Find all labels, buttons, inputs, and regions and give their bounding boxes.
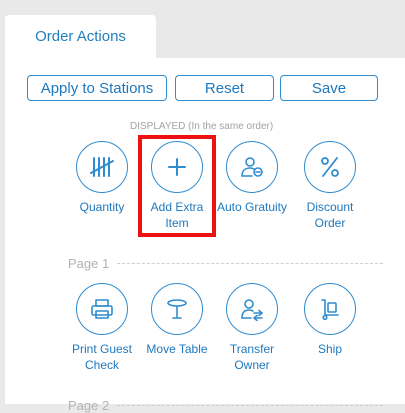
apply-to-stations-label: Apply to Stations bbox=[40, 79, 154, 97]
move-table-action-button[interactable] bbox=[151, 283, 203, 335]
page-2-divider: Page 2 bbox=[68, 397, 383, 413]
print-guest-check-label-line2: Check bbox=[84, 358, 119, 372]
quantity-action-button[interactable] bbox=[76, 141, 128, 193]
apply-to-stations-button[interactable]: Apply to Stations bbox=[27, 75, 167, 101]
save-button[interactable]: Save bbox=[280, 75, 378, 101]
person-coins-icon bbox=[241, 157, 263, 177]
auto-gratuity-label: Auto Gratuity bbox=[207, 199, 297, 215]
tab-order-actions[interactable]: Order Actions bbox=[5, 15, 156, 58]
page-2-label: Page 2 bbox=[68, 397, 110, 413]
print-guest-check-action-button[interactable] bbox=[76, 283, 128, 335]
transfer-owner-label-line1: Transfer bbox=[229, 342, 275, 356]
tab-label: Order Actions bbox=[35, 28, 126, 45]
tally-marks-icon bbox=[90, 157, 114, 177]
ship-label: Ship bbox=[285, 341, 375, 357]
reset-button[interactable]: Reset bbox=[175, 75, 274, 101]
page-1-label: Page 1 bbox=[68, 255, 110, 271]
page-2-dashed-line bbox=[117, 404, 383, 406]
auto-gratuity-label-line1: Auto Gratuity bbox=[216, 200, 288, 214]
table-icon bbox=[167, 299, 187, 319]
transfer-owner-action-button[interactable] bbox=[226, 283, 278, 335]
percent-icon bbox=[321, 157, 339, 177]
printer-icon bbox=[91, 299, 113, 319]
page-1-divider: Page 1 bbox=[68, 255, 383, 271]
page-1-dashed-line bbox=[117, 262, 383, 264]
discount-order-label-line2: Order bbox=[314, 216, 346, 230]
ship-label-line1: Ship bbox=[317, 342, 343, 356]
transfer-owner-label: Transfer Owner bbox=[207, 341, 297, 373]
hand-truck-icon bbox=[321, 299, 339, 321]
transfer-owner-label-line2: Owner bbox=[234, 358, 270, 372]
auto-gratuity-action-button[interactable] bbox=[226, 141, 278, 193]
ship-action-button[interactable] bbox=[304, 283, 356, 335]
discount-order-action-button[interactable] bbox=[304, 141, 356, 193]
save-label: Save bbox=[311, 79, 347, 97]
highlight-box bbox=[138, 135, 216, 237]
displayed-section-label: DISPLAYED (In the same order) bbox=[130, 121, 274, 132]
person-transfer-icon bbox=[241, 299, 263, 321]
reset-label: Reset bbox=[204, 79, 245, 97]
discount-order-label: Discount Order bbox=[285, 199, 375, 231]
discount-order-label-line1: Discount bbox=[306, 200, 354, 214]
